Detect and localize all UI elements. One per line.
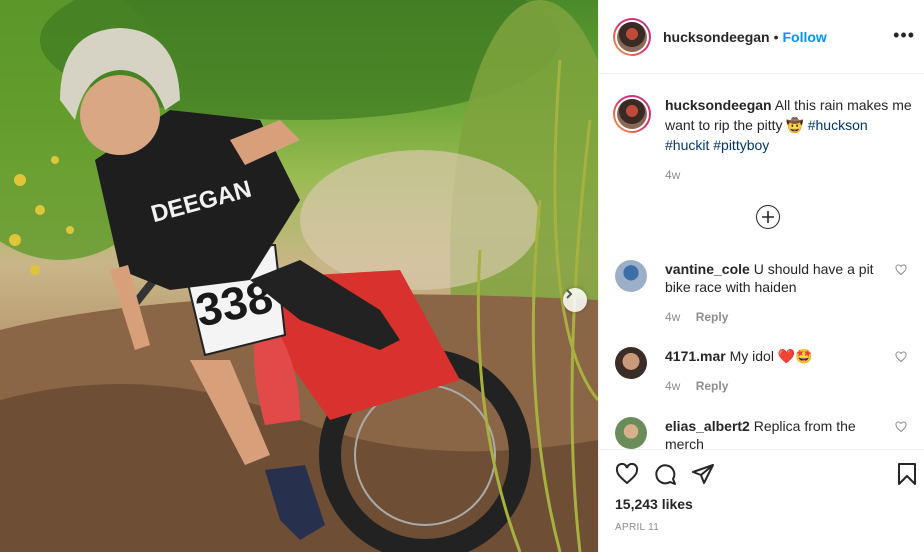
commenter-avatar[interactable] bbox=[615, 347, 647, 379]
separator-dot: • bbox=[773, 28, 779, 45]
caption-text: hucksondeegan All this rain makes me wan… bbox=[665, 95, 913, 185]
likes-count[interactable]: 15,243 likes bbox=[615, 496, 693, 512]
caption-username[interactable]: hucksondeegan bbox=[665, 97, 772, 113]
commenter-username[interactable]: 4171.mar bbox=[665, 348, 726, 364]
author-username[interactable]: hucksondeegan bbox=[663, 29, 770, 45]
comment-item: 4171.mar My idol ❤️🤩 4w Reply bbox=[615, 347, 915, 395]
comment-text: My idol bbox=[729, 348, 774, 364]
heart-icon[interactable] bbox=[895, 421, 907, 433]
heart-icon[interactable] bbox=[895, 351, 907, 363]
more-icon[interactable]: ••• bbox=[893, 26, 915, 44]
heart-icon[interactable] bbox=[615, 462, 639, 486]
comments-list[interactable]: hucksondeegan All this rain makes me wan… bbox=[599, 75, 924, 449]
post-caption: hucksondeegan All this rain makes me wan… bbox=[613, 95, 913, 185]
caption-avatar[interactable] bbox=[613, 95, 651, 133]
load-more-comments-button[interactable] bbox=[756, 205, 780, 229]
comment-item: elias_albert2 Replica from the merch bbox=[615, 417, 915, 449]
hashtag-link[interactable]: #huckson bbox=[808, 117, 868, 133]
commenter-avatar[interactable] bbox=[615, 260, 647, 292]
author-avatar[interactable] bbox=[613, 17, 651, 56]
reply-button[interactable]: Reply bbox=[696, 379, 729, 393]
reply-button[interactable]: Reply bbox=[696, 310, 729, 324]
post-header: hucksondeegan • Follow ••• bbox=[599, 0, 924, 74]
comment-icon[interactable] bbox=[653, 462, 677, 486]
carousel-next-button[interactable] bbox=[563, 288, 587, 312]
plus-circle-icon bbox=[762, 211, 774, 223]
post-side-panel: hucksondeegan • Follow ••• hucksondeegan… bbox=[598, 0, 924, 552]
photo-illustration: 338 DEEGAN bbox=[0, 0, 598, 552]
hashtag-link[interactable]: #pittyboy bbox=[713, 137, 769, 153]
comment-age: 4w bbox=[665, 379, 681, 393]
post-footer: 15,243 likes APRIL 11 bbox=[599, 449, 924, 552]
hashtag-link[interactable]: #huckit bbox=[665, 137, 709, 153]
post-photo[interactable]: 338 DEEGAN bbox=[0, 0, 598, 552]
action-bar bbox=[615, 462, 715, 486]
commenter-username[interactable]: elias_albert2 bbox=[665, 418, 750, 434]
commenter-username[interactable]: vantine_cole bbox=[665, 261, 750, 277]
heart-icon[interactable] bbox=[895, 264, 907, 276]
caption-emoji: 🤠 bbox=[786, 117, 804, 133]
commenter-avatar[interactable] bbox=[615, 417, 647, 449]
caption-age: 4w bbox=[665, 168, 681, 182]
comment-emoji: ❤️🤩 bbox=[777, 348, 813, 364]
bookmark-icon[interactable] bbox=[895, 462, 919, 486]
comment-age: 4w bbox=[665, 310, 681, 324]
chevron-right-icon bbox=[566, 289, 573, 299]
follow-button[interactable]: Follow bbox=[783, 29, 827, 45]
share-icon[interactable] bbox=[691, 462, 715, 486]
post-date: APRIL 11 bbox=[615, 522, 660, 533]
comment-item: vantine_cole U should have a pit bike ra… bbox=[615, 260, 915, 326]
